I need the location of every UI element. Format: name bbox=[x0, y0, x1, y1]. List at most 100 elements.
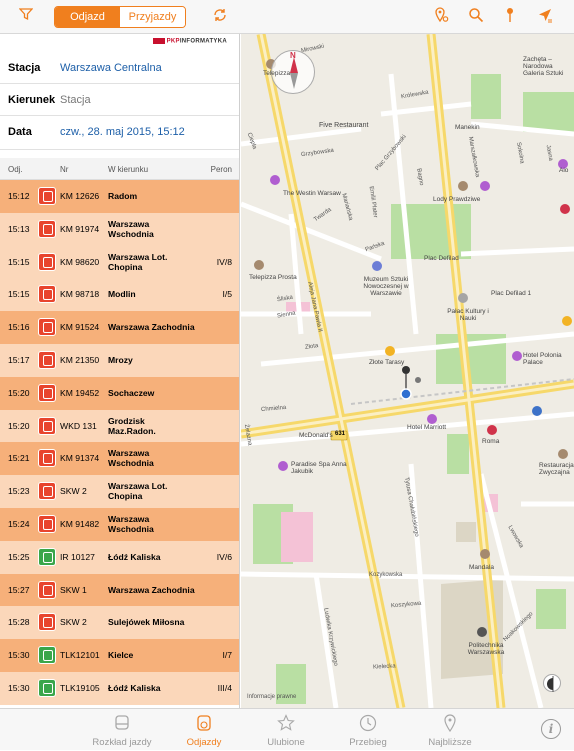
table-row[interactable]: 15:16 KM 91524 Warszawa Zachodnia bbox=[0, 311, 239, 344]
tab-timetable[interactable]: Rozkład jazdy bbox=[82, 709, 162, 751]
direction-input[interactable]: Stacja bbox=[60, 94, 91, 106]
bottom-tab-bar: Rozkład jazdy Odjazdy Ulubione Przebieg … bbox=[0, 708, 574, 750]
legal-info-link[interactable]: Informacje prawne bbox=[247, 694, 296, 700]
row-train-number: KM 91974 bbox=[60, 223, 100, 234]
row-platform: III/4 bbox=[217, 682, 232, 693]
row-train-number: SKW 2 bbox=[60, 617, 87, 628]
table-row[interactable]: 15:30 TLK12101 Kielce I/7 bbox=[0, 639, 239, 672]
location-pin-icon bbox=[440, 714, 460, 734]
train-icon bbox=[38, 383, 56, 402]
row-direction: Łódź Kaliska bbox=[108, 682, 161, 693]
map-label-paradise-spa: Paradise Spa Anna Jakubik bbox=[291, 461, 347, 475]
intercity-train-icon bbox=[38, 646, 56, 665]
row-direction: Mrozy bbox=[108, 354, 133, 365]
row-time: 15:24 bbox=[8, 518, 30, 529]
pin-settings-icon[interactable] bbox=[431, 7, 451, 27]
table-row[interactable]: 15:12 KM 12626 Radom bbox=[0, 180, 239, 213]
row-direction: Sochaczew bbox=[108, 387, 155, 398]
map-label-plac-defilad-1: Plac Defilad 1 bbox=[491, 290, 532, 297]
station-row[interactable]: Stacja Warszawa Centralna bbox=[0, 52, 239, 84]
row-platform: IV/8 bbox=[216, 256, 232, 267]
map-label-telepizza: Telepizza bbox=[263, 70, 291, 77]
row-platform: IV/6 bbox=[216, 551, 232, 562]
row-time: 15:28 bbox=[8, 617, 30, 628]
date-row[interactable]: Data czw., 28. maj 2015, 15:12 bbox=[0, 116, 239, 150]
row-train-number: WKD 131 bbox=[60, 420, 97, 431]
date-value[interactable]: czw., 28. maj 2015, 15:12 bbox=[60, 126, 185, 138]
filter-icon[interactable] bbox=[16, 7, 36, 27]
map-label-hotel-marriott: Hotel Marriott bbox=[407, 424, 447, 431]
table-row[interactable]: 15:25 IR 10127 Łódź Kaliska IV/6 bbox=[0, 540, 239, 574]
row-time: 15:15 bbox=[8, 289, 30, 300]
table-row[interactable]: 15:21 KM 91374 Warszawa Wschodnia bbox=[0, 442, 239, 476]
tab-departures-nav[interactable]: Odjazdy bbox=[164, 709, 244, 751]
table-header: Odj. Nr W kierunku Peron bbox=[0, 158, 239, 180]
row-direction: Kielce bbox=[108, 650, 134, 661]
table-row[interactable]: 15:20 KM 19452 Sochaczew bbox=[0, 376, 239, 410]
street-kozykowska: Kozykowska bbox=[369, 572, 403, 578]
map-label-telepizza-prosta: Telepizza Prosta bbox=[249, 274, 297, 281]
row-direction: Radom bbox=[108, 191, 138, 201]
tab-arrivals[interactable]: Przyjazdy bbox=[120, 7, 185, 27]
table-row[interactable]: 15:24 KM 91482 Warszawa Wschodnia bbox=[0, 507, 239, 541]
row-direction: Modlin bbox=[108, 289, 136, 300]
row-train-number: SKW 1 bbox=[60, 584, 87, 595]
table-row[interactable]: 15:30 TLK19105 Łódź Kaliska III/4 bbox=[0, 671, 239, 705]
tab-nearby-label: Najbliższe bbox=[428, 737, 472, 748]
table-row[interactable]: 15:27 SKW 1 Warszawa Zachodnia bbox=[0, 573, 239, 607]
tab-departures[interactable]: Odjazd bbox=[55, 7, 120, 27]
row-time: 15:27 bbox=[8, 584, 30, 595]
tab-nearby[interactable]: Najbliższe bbox=[410, 709, 490, 751]
refresh-icon[interactable] bbox=[210, 7, 230, 27]
table-row[interactable]: 15:23 SKW 2 Warszawa Lot. Chopina bbox=[0, 475, 239, 508]
train-icon bbox=[38, 187, 56, 205]
map-label-politechnika: Politechnika Warszawska bbox=[467, 642, 505, 656]
train-icon bbox=[38, 318, 56, 337]
table-row[interactable]: 15:15 KM 98620 Warszawa Lot. Chopina IV/8 bbox=[0, 245, 239, 279]
row-direction: Warszawa Zachodnia bbox=[108, 584, 195, 595]
train-icon bbox=[38, 514, 56, 533]
train-icon bbox=[38, 613, 56, 632]
row-direction: Warszawa Wschodnia bbox=[108, 448, 154, 469]
pkp-informatyka-logo: PKPINFORMATYKA bbox=[152, 38, 227, 45]
row-direction: Warszawa Lot. Chopina bbox=[108, 481, 168, 502]
header-direction: W kierunku bbox=[108, 165, 149, 174]
row-platform: I/5 bbox=[222, 289, 232, 300]
map-label-roma: Roma bbox=[482, 438, 500, 445]
row-train-number: KM 98620 bbox=[60, 256, 100, 267]
table-row[interactable]: 15:17 KM 21350 Mrozy bbox=[0, 343, 239, 377]
row-train-number: KM 12626 bbox=[60, 191, 100, 201]
map-view[interactable]: N Telepizza Five Restaurant The Westin W… bbox=[241, 34, 574, 708]
tracking-icon[interactable] bbox=[543, 674, 561, 692]
row-train-number: TLK12101 bbox=[60, 650, 100, 661]
row-train-number: KM 91524 bbox=[60, 322, 100, 333]
header-departure: Odj. bbox=[8, 165, 23, 174]
tab-favorites[interactable]: Ulubione bbox=[246, 709, 326, 751]
map-label-manekin: Manekin bbox=[455, 124, 480, 131]
train-icon bbox=[38, 580, 56, 599]
table-row[interactable]: 15:13 KM 91974 Warszawa Wschodnia bbox=[0, 212, 239, 246]
location-arrow-icon[interactable] bbox=[535, 7, 555, 27]
row-time: 15:17 bbox=[8, 354, 30, 365]
star-icon bbox=[276, 714, 296, 734]
info-icon[interactable]: i bbox=[541, 719, 561, 739]
train-icon bbox=[38, 482, 56, 501]
table-row[interactable]: 15:15 KM 98718 Modlin I/5 bbox=[0, 278, 239, 312]
departures-list: 15:12 KM 12626 Radom 15:13 KM 91974 Warszawa W… bbox=[0, 180, 239, 705]
row-train-number: KM 19452 bbox=[60, 387, 100, 398]
row-time: 15:20 bbox=[8, 387, 30, 398]
intercity-train-icon bbox=[38, 678, 56, 697]
row-platform: I/7 bbox=[222, 650, 232, 661]
search-icon[interactable] bbox=[466, 7, 486, 27]
tab-route[interactable]: Przebieg bbox=[328, 709, 408, 751]
table-row[interactable]: 15:28 SKW 2 Sulejówek Miłosna bbox=[0, 606, 239, 640]
date-label: Data bbox=[8, 126, 32, 138]
row-time: 15:23 bbox=[8, 486, 30, 497]
direction-row[interactable]: Kierunek Stacja bbox=[0, 84, 239, 116]
table-row[interactable]: 15:20 WKD 131 Grodzisk Maz.Radon. bbox=[0, 409, 239, 443]
train-icon bbox=[38, 252, 56, 271]
station-value[interactable]: Warszawa Centralna bbox=[60, 62, 162, 74]
map-label-zacheta: Zachęta – Narodowa Galeria Sztuki bbox=[523, 56, 564, 77]
departures-icon bbox=[194, 714, 214, 734]
pin-icon[interactable] bbox=[500, 7, 520, 27]
